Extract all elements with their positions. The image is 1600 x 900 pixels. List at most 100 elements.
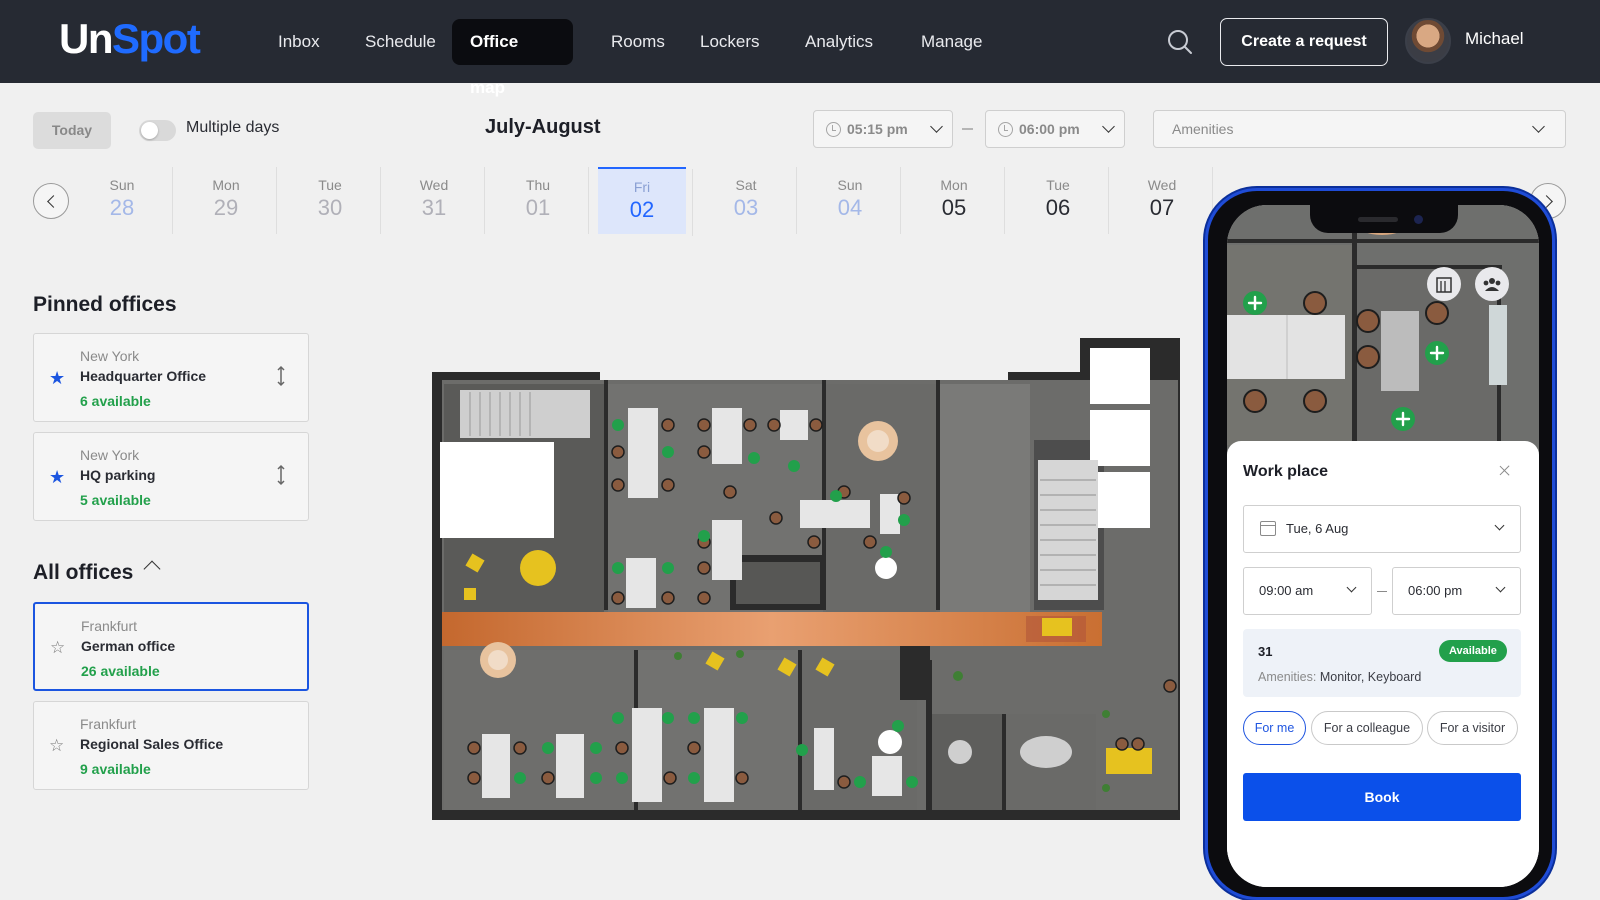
chevron-down-icon [1102, 120, 1115, 133]
pinned-office-card[interactable]: ★ New York Headquarter Office 6 availabl… [33, 333, 309, 422]
mobile-app-mockup: Work place Tue, 6 Aug 09:00 am 06:00 pm … [1205, 188, 1555, 900]
date-cell[interactable]: Sun 28 [78, 167, 173, 234]
date-cell[interactable]: Thu 01 [494, 167, 589, 234]
office-name: Headquarter Office [80, 368, 207, 384]
date-cell[interactable]: Mon 29 [182, 167, 277, 234]
month-title: July-August [485, 116, 601, 138]
date-cell[interactable]: Tue 30 [286, 167, 381, 234]
office-city: New York [80, 447, 140, 463]
drag-handle-icon[interactable] [276, 463, 286, 487]
date-weekday: Tue [318, 177, 342, 193]
office-card[interactable]: ☆ Frankfurt Regional Sales Office 9 avai… [33, 701, 309, 790]
people-icon[interactable] [1475, 267, 1509, 301]
star-outline-icon[interactable]: ☆ [50, 638, 65, 658]
phone-notch [1310, 205, 1458, 233]
chevron-down-icon [1532, 120, 1545, 133]
nav-manage[interactable]: Manage [903, 19, 1000, 65]
date-number: 28 [109, 195, 135, 220]
date-weekday: Mon [940, 177, 968, 193]
date-cell[interactable]: Wed 07 [1118, 167, 1213, 234]
office-city: Frankfurt [80, 716, 137, 732]
booking-sheet: Work place Tue, 6 Aug 09:00 am 06:00 pm … [1227, 441, 1539, 887]
office-availability: 26 available [81, 663, 160, 679]
floor-plan-drawing [432, 338, 1180, 820]
mobile-screen: Work place Tue, 6 Aug 09:00 am 06:00 pm … [1227, 205, 1539, 887]
calendar-icon [1260, 521, 1276, 536]
option-for-me[interactable]: For me [1243, 711, 1306, 745]
pinned-offices-heading: Pinned offices [33, 293, 177, 316]
mobile-floor-map[interactable] [1227, 205, 1539, 455]
time-to-value: 06:00 pm [1019, 121, 1080, 137]
date-number: 02 [629, 197, 655, 222]
office-city: Frankfurt [81, 618, 138, 634]
nav-inbox[interactable]: Inbox [260, 19, 338, 65]
chevron-up-icon[interactable] [143, 560, 161, 578]
booking-date-value: Tue, 6 Aug [1286, 521, 1349, 536]
previous-dates-button[interactable] [33, 183, 69, 219]
office-name: German office [81, 638, 176, 654]
time-range-separator [962, 128, 973, 130]
time-to-select[interactable]: 06:00 pm [985, 110, 1125, 148]
date-cell[interactable]: Tue 06 [1014, 167, 1109, 234]
user-avatar[interactable] [1405, 18, 1451, 64]
date-number: 06 [1045, 195, 1071, 220]
date-number: 04 [837, 195, 863, 220]
book-button[interactable]: Book [1243, 773, 1521, 821]
building-icon[interactable] [1427, 267, 1461, 301]
booking-time-to-select[interactable]: 06:00 pm [1392, 567, 1521, 615]
seat-number: 31 [1258, 644, 1273, 659]
amenities-label: Amenities: [1258, 670, 1317, 684]
top-navigation-bar: UnSpot Inbox Schedule Office map Rooms L… [0, 0, 1600, 97]
date-cell[interactable]: Sun 04 [806, 167, 901, 234]
drag-handle-icon[interactable] [276, 364, 286, 388]
star-filled-icon[interactable]: ★ [49, 368, 65, 388]
office-floor-map[interactable] [420, 330, 1210, 830]
office-card-selected[interactable]: ☆ Frankfurt German office 26 available [33, 602, 309, 691]
logo-text-un: Un [59, 15, 114, 62]
status-badge: Available [1439, 640, 1507, 662]
date-number: 01 [525, 195, 551, 220]
seat-info-box: 31 Available Amenities: Monitor, Keyboar… [1243, 629, 1521, 697]
booking-time-from-select[interactable]: 09:00 am [1243, 567, 1372, 615]
logo-text-spot: Spot [112, 15, 201, 62]
close-icon[interactable] [1497, 463, 1513, 479]
star-outline-icon[interactable]: ☆ [49, 736, 64, 756]
chevron-down-icon [1346, 582, 1357, 593]
chevron-down-icon [1494, 520, 1505, 531]
date-weekday: Wed [1147, 177, 1177, 193]
date-cell[interactable]: Wed 31 [390, 167, 485, 234]
time-from-select[interactable]: 05:15 pm [813, 110, 953, 148]
date-cell[interactable]: Mon 05 [910, 167, 1005, 234]
chevron-down-icon [930, 120, 943, 133]
option-for-a-colleague[interactable]: For a colleague [1311, 711, 1423, 745]
multiple-days-toggle[interactable] [139, 120, 176, 141]
booking-time-to-value: 06:00 pm [1408, 583, 1463, 598]
star-filled-icon[interactable]: ★ [49, 467, 65, 487]
unspot-logo[interactable]: UnSpot [59, 14, 201, 64]
nav-schedule[interactable]: Schedule [347, 19, 454, 65]
search-icon[interactable] [1166, 28, 1194, 56]
nav-lockers[interactable]: Lockers [682, 19, 778, 65]
nav-office-map[interactable]: Office map [452, 19, 573, 97]
nav-rooms[interactable]: Rooms [593, 19, 683, 65]
user-name[interactable]: Michael [1465, 29, 1524, 49]
amenities-select[interactable]: Amenities [1153, 110, 1566, 148]
amenities-placeholder: Amenities [1172, 121, 1234, 137]
create-request-button[interactable]: Create a request [1220, 18, 1388, 66]
office-availability: 5 available [80, 492, 151, 508]
option-for-a-visitor[interactable]: For a visitor [1427, 711, 1518, 745]
today-button[interactable]: Today [33, 112, 111, 149]
amenities-value: Monitor, Keyboard [1319, 670, 1422, 684]
time-range-separator [1377, 591, 1387, 593]
office-availability: 9 available [80, 761, 151, 777]
nav-analytics[interactable]: Analytics [787, 19, 891, 65]
all-offices-heading: All offices [33, 561, 134, 584]
booking-date-select[interactable]: Tue, 6 Aug [1243, 505, 1521, 553]
date-cell[interactable]: Sat 03 [702, 167, 797, 234]
date-cell[interactable]: Fri 02 [598, 167, 693, 236]
mobile-floor-plan-drawing [1227, 205, 1539, 455]
office-availability: 6 available [80, 393, 151, 409]
date-weekday: Sat [735, 177, 757, 193]
office-name: HQ parking [80, 467, 156, 483]
pinned-office-card[interactable]: ★ New York HQ parking 5 available [33, 432, 309, 521]
